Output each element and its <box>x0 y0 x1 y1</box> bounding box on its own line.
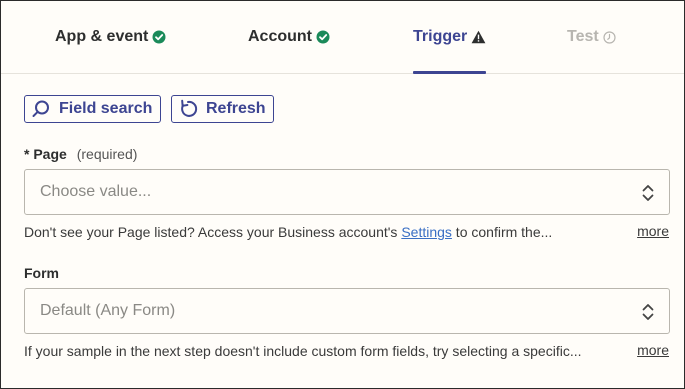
clock-icon <box>603 30 616 44</box>
search-icon <box>31 99 51 119</box>
form-label-text: Form <box>24 265 59 281</box>
refresh-icon <box>178 99 198 119</box>
refresh-label: Refresh <box>206 100 266 117</box>
page-more-link[interactable]: more <box>637 223 669 239</box>
refresh-button[interactable]: Refresh <box>171 95 274 123</box>
tab-label: Account <box>248 28 312 45</box>
tab-test[interactable]: Test <box>567 1 616 73</box>
tab-label: App & event <box>55 28 149 45</box>
active-tab-indicator <box>413 71 486 74</box>
required-marker: * <box>24 146 30 162</box>
warning-triangle-icon <box>471 30 486 44</box>
field-search-button[interactable]: Field search <box>24 95 161 123</box>
tab-label: Trigger <box>413 28 468 45</box>
field-search-label: Field search <box>59 100 153 117</box>
tab-trigger[interactable]: Trigger <box>413 1 486 73</box>
page-field-label: * Page (required) <box>24 146 137 162</box>
page-help-prefix: Don't see your Page listed? Access your … <box>24 224 402 240</box>
step-tabs: App & event Account Trigger Test <box>1 1 684 74</box>
required-text: (required) <box>76 146 138 162</box>
chevron-up-down-icon <box>641 183 655 208</box>
check-circle-icon <box>316 30 330 44</box>
form-select[interactable]: Default (Any Form) <box>24 288 670 334</box>
page-help-suffix: to confirm the... <box>451 224 553 240</box>
settings-link[interactable]: Settings <box>401 224 452 240</box>
tab-label: Test <box>567 28 599 45</box>
form-more-link[interactable]: more <box>637 342 669 358</box>
page-help-text: Don't see your Page listed? Access your … <box>24 224 624 240</box>
page-select-placeholder: Choose value... <box>40 183 152 200</box>
tab-app-event[interactable]: App & event <box>55 1 166 73</box>
form-help-text: If your sample in the next step doesn't … <box>24 343 582 359</box>
page-label-text: Page <box>33 146 67 162</box>
form-select-value: Default (Any Form) <box>40 302 176 319</box>
form-field-label: Form <box>24 265 59 281</box>
trigger-step-panel: App & event Account Trigger Test Field s… <box>0 0 685 389</box>
check-circle-icon <box>152 30 166 44</box>
page-select[interactable]: Choose value... <box>24 169 670 215</box>
tab-account[interactable]: Account <box>248 1 330 73</box>
chevron-up-down-icon <box>641 302 655 327</box>
